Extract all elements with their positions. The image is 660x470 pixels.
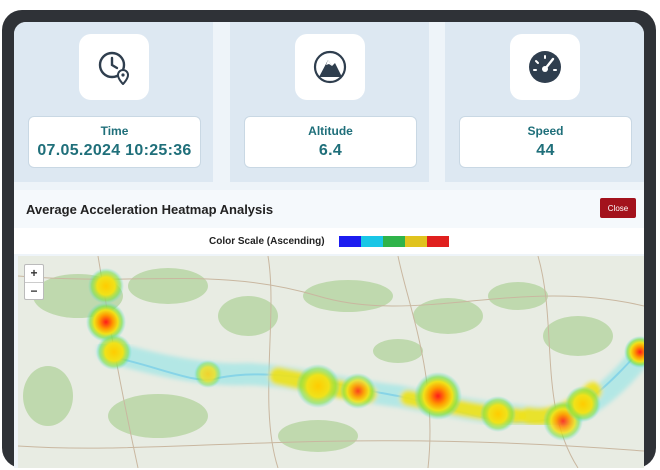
speed-value: 44 — [536, 142, 555, 159]
color-scale-label: Color Scale (Ascending) — [209, 236, 325, 247]
altitude-card: Altitude 6.4 — [230, 22, 429, 182]
zoom-out-button[interactable]: − — [25, 283, 43, 300]
clock-location-icon — [98, 51, 130, 85]
mountain-icon — [313, 50, 347, 84]
heatmap-title: Average Acceleration Heatmap Analysis — [26, 202, 274, 217]
zoom-control: + − — [24, 264, 44, 300]
time-label: Time — [100, 124, 129, 138]
stats-cards: Time 07.05.2024 10:25:36 Altitude 6.4 Sp… — [14, 22, 644, 182]
app-screen: Time 07.05.2024 10:25:36 Altitude 6.4 Sp… — [14, 22, 644, 468]
speed-label: Speed — [527, 124, 564, 138]
scale-swatch-3 — [383, 236, 405, 247]
heatmap-map[interactable]: + − — [18, 256, 644, 468]
color-scale-swatches — [339, 236, 449, 247]
altitude-value-box: Altitude 6.4 — [244, 116, 417, 168]
altitude-value: 6.4 — [318, 142, 343, 159]
map-canvas — [18, 256, 644, 468]
scale-swatch-1 — [339, 236, 361, 247]
speed-card: Speed 44 — [445, 22, 644, 182]
close-button[interactable]: Close — [600, 198, 636, 218]
scale-swatch-4 — [405, 236, 427, 247]
scale-swatch-2 — [361, 236, 383, 247]
speedometer-icon — [529, 51, 561, 83]
time-icon-box — [79, 34, 149, 100]
altitude-icon-box — [295, 34, 365, 100]
time-value: 07.05.2024 10:25:36 — [37, 142, 192, 159]
time-card: Time 07.05.2024 10:25:36 — [14, 22, 213, 182]
zoom-in-button[interactable]: + — [25, 265, 43, 283]
altitude-label: Altitude — [308, 124, 353, 138]
time-value-box: Time 07.05.2024 10:25:36 — [28, 116, 201, 168]
heatmap-header: Average Acceleration Heatmap Analysis Cl… — [14, 190, 644, 228]
scale-swatch-5 — [427, 236, 449, 247]
color-scale-row: Color Scale (Ascending) — [14, 228, 644, 254]
speed-value-box: Speed 44 — [459, 116, 632, 168]
speed-icon-box — [510, 34, 580, 100]
